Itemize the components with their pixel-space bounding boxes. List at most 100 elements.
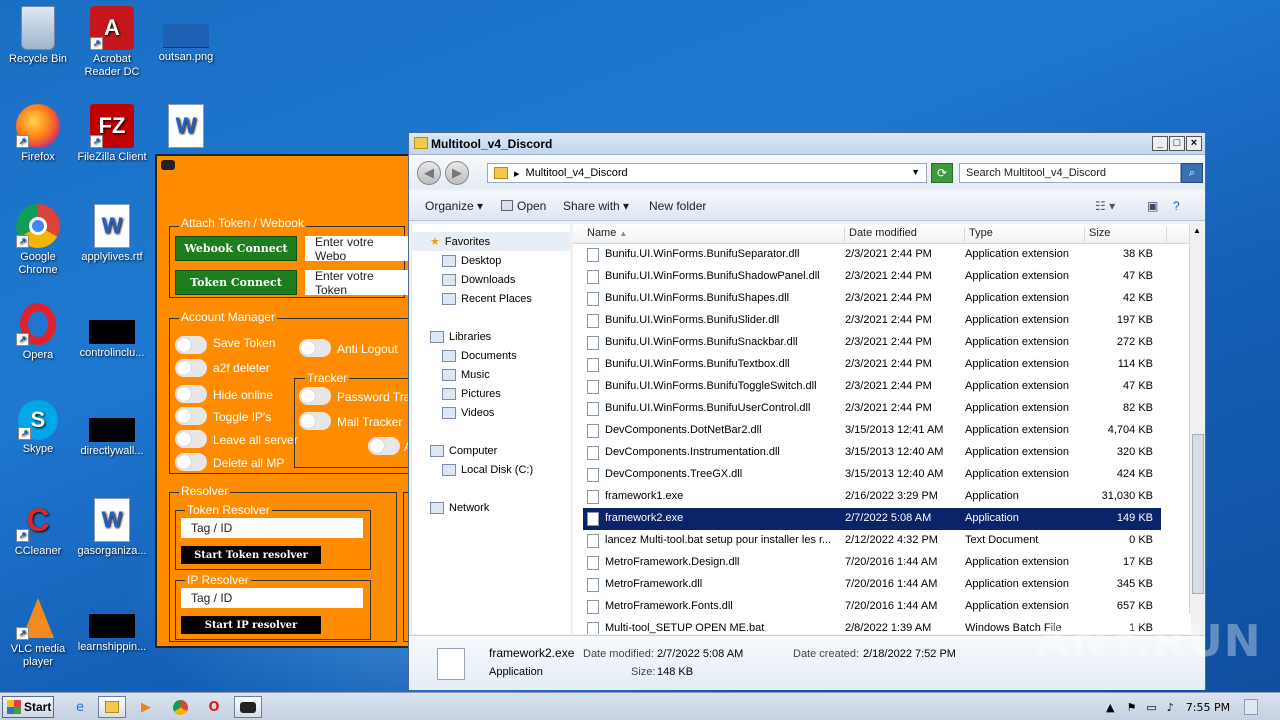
desktop-icon-firefox[interactable]: ↗ Firefox [0,104,76,164]
search-input[interactable]: Search Multitool_v4_Discord [959,163,1181,183]
a2f-deleter-toggle[interactable] [175,359,207,377]
desktop-icon-skype[interactable]: S ↗ Skype [0,400,76,456]
file-row[interactable]: DevComponents.DotNetBar2.dll 3/15/2013 12… [583,420,1161,442]
internet-explorer-icon[interactable]: e [66,696,94,718]
desktop-icon-applylives[interactable]: W applylives.rtf [74,204,150,264]
delete-all-mp-toggle[interactable] [175,453,207,471]
multitool-taskbar-icon[interactable] [234,696,262,718]
token-connect-button[interactable]: Token Connect [175,270,297,295]
start-ip-resolver-button[interactable]: Start IP resolver [181,616,321,634]
vertical-scrollbar[interactable]: ▲ [1189,224,1205,614]
minimize-button[interactable]: _ [1152,136,1168,151]
file-row[interactable]: Bunifu.UI.WinForms.BunifuTextbox.dll 2/3/… [583,354,1161,376]
desktop-icon-vlc[interactable]: ↗ VLC media player [0,596,76,669]
refresh-button[interactable]: ⟳ [931,163,953,183]
network-icon[interactable]: ▭ [1146,701,1156,714]
share-with-menu[interactable]: Share with ▾ [563,199,629,213]
file-row[interactable]: framework1.exe 2/16/2022 3:29 PM Applicati… [583,486,1161,508]
start-token-resolver-button[interactable]: Start Token resolver [181,546,321,564]
mail-tracker-toggle[interactable] [299,412,331,430]
preview-pane-icon[interactable]: ▣ [1147,199,1158,213]
explorer-taskbar-icon[interactable] [98,696,126,718]
file-row[interactable]: Bunifu.UI.WinForms.BunifuToggleSwitch.dl… [583,376,1161,398]
show-desktop-button[interactable] [1244,699,1259,715]
nav-downloads[interactable]: Downloads [412,270,570,289]
file-row[interactable]: DevComponents.TreeGX.dll 3/15/2013 12:40 … [583,464,1161,486]
column-name[interactable]: Name ▲ [583,227,845,244]
media-player-icon[interactable]: ▶ [132,696,160,718]
column-date-modified[interactable]: Date modified [845,227,965,244]
nav-network[interactable]: Network [412,498,570,517]
ip-resolver-input[interactable]: Tag / ID [181,588,363,608]
file-row[interactable]: Bunifu.UI.WinForms.BunifuUserControl.dll… [583,398,1161,420]
desktop-icon-directlywall[interactable]: directlywall... [74,400,150,458]
open-button[interactable]: Open [501,199,546,213]
help-icon[interactable]: ? [1173,199,1180,213]
organize-menu[interactable]: Organize ▾ [425,199,483,213]
toggle-ips-toggle[interactable] [175,407,207,425]
file-row[interactable]: lancez Multi-tool.bat setup pour install… [583,530,1161,552]
desktop-icon-controlinclu[interactable]: controlinclu... [74,302,150,360]
extra-tracker-toggle[interactable] [368,437,400,455]
desktop-icon-learnshippin[interactable]: learnshippin... [74,596,150,654]
desktop-icon-ccleaner[interactable]: C ↗ CCleaner [0,498,76,558]
leave-all-server-toggle[interactable] [175,430,207,448]
webhook-connect-button[interactable]: Webook Connect [175,236,297,261]
chevron-down-icon[interactable]: ▼ [911,167,920,177]
desktop-icon-gasorganiza[interactable]: W gasorganiza... [74,498,150,558]
explorer-titlebar[interactable]: Multitool_v4_Discord _ □ × [409,133,1205,155]
desktop-icon-word-doc[interactable]: W [148,104,224,151]
desktop-icon-opera[interactable]: ↗ Opera [0,302,76,362]
file-row[interactable]: Bunifu.UI.WinForms.BunifuSeparator.dll 2/… [583,244,1161,266]
start-button[interactable]: Start [2,696,54,718]
nav-documents[interactable]: Documents [412,346,570,365]
file-row[interactable]: MetroFramework.Fonts.dll 7/20/2016 1:44 A… [583,596,1161,618]
action-center-icon[interactable]: ⚑ [1126,701,1136,714]
file-row[interactable]: Bunifu.UI.WinForms.BunifuShapes.dll 2/3/2… [583,288,1161,310]
desktop-icon-recycle-bin[interactable]: Recycle Bin [0,6,76,66]
chrome-taskbar-icon[interactable] [166,696,194,718]
file-row[interactable]: Bunifu.UI.WinForms.BunifuSlider.dll 2/3/2… [583,310,1161,332]
address-bar[interactable]: ▸ Multitool_v4_Discord ▼ [487,163,927,183]
scrollbar-thumb[interactable] [1192,434,1204,594]
volume-icon[interactable]: ♪ [1167,701,1174,714]
view-options-icon[interactable]: ☷ ▾ [1095,199,1115,213]
opera-taskbar-icon[interactable]: O [200,696,228,718]
file-row[interactable]: MetroFramework.Design.dll 7/20/2016 1:44 … [583,552,1161,574]
desktop-icon-outsan[interactable]: outsan.png [148,6,224,64]
nav-music[interactable]: Music [412,365,570,384]
tray-expand-icon[interactable]: ▲ [1106,701,1114,714]
token-resolver-input[interactable]: Tag / ID [181,518,363,538]
hide-online-toggle[interactable] [175,385,207,403]
nav-local-disk[interactable]: Local Disk (C:) [412,460,570,479]
close-button[interactable]: × [1186,136,1202,151]
nav-pictures[interactable]: Pictures [412,384,570,403]
save-token-toggle[interactable] [175,336,207,354]
token-input[interactable]: Enter votre Token [305,269,413,297]
nav-recent-places[interactable]: Recent Places [412,289,570,308]
file-row[interactable]: MetroFramework.dll 7/20/2016 1:44 AM Appli… [583,574,1161,596]
anti-logout-toggle[interactable] [299,339,331,357]
nav-favorites[interactable]: ★ Favorites [412,232,570,251]
new-folder-button[interactable]: New folder [649,199,706,213]
column-size[interactable]: Size [1085,227,1167,244]
file-row[interactable]: Bunifu.UI.WinForms.BunifuSnackbar.dll 2/3… [583,332,1161,354]
file-row[interactable]: DevComponents.Instrumentation.dll 3/15/20… [583,442,1161,464]
nav-libraries[interactable]: Libraries [412,327,570,346]
maximize-button[interactable]: □ [1169,136,1185,151]
webhook-input[interactable]: Enter votre Webo [305,235,413,263]
column-type[interactable]: Type [965,227,1085,244]
forward-button[interactable]: ▶ [445,161,469,185]
file-row[interactable]: Bunifu.UI.WinForms.BunifuShadowPanel.dll… [583,266,1161,288]
nav-desktop[interactable]: Desktop [412,251,570,270]
file-row[interactable]: framework2.exe 2/7/2022 5:08 AM Applicatio… [583,508,1161,530]
nav-computer[interactable]: Computer [412,441,570,460]
nav-videos[interactable]: Videos [412,403,570,422]
scroll-up-icon[interactable]: ▲ [1193,226,1201,235]
password-tracker-toggle[interactable] [299,387,331,405]
desktop-icon-chrome[interactable]: ↗ Google Chrome [0,204,76,277]
clock[interactable]: 7:55 PM [1186,701,1230,714]
search-icon[interactable]: ⌕ [1181,163,1203,183]
desktop-icon-acrobat[interactable]: A ↗ Acrobat Reader DC [74,6,150,79]
desktop-icon-filezilla[interactable]: FZ ↗ FileZilla Client [74,104,150,164]
